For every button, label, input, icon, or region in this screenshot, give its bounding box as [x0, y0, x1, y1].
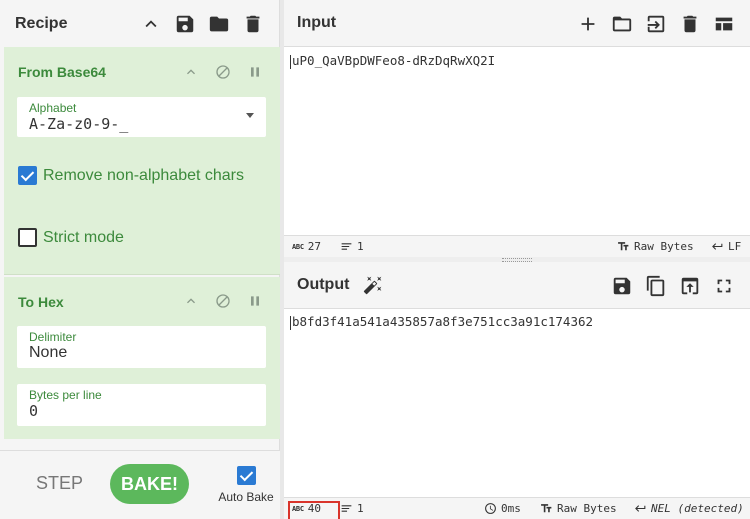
output-status-bar: ABC 40 1 0ms Raw Bytes NEL (detected) [284, 497, 750, 519]
input-header: Input [284, 0, 750, 47]
output-lines-stat: 1 [340, 502, 364, 515]
clock-icon [484, 502, 497, 515]
magic-wand-icon[interactable] [361, 273, 385, 297]
output-length-stat: ABC 40 [288, 501, 340, 519]
folder-icon[interactable] [207, 12, 231, 36]
input-encoding-label: Raw Bytes [634, 240, 694, 253]
recipe-header: Recipe [0, 0, 279, 47]
bake-bar: STEP BAKE! Auto Bake [0, 450, 280, 519]
operation-title: From Base64 [18, 64, 106, 80]
operation-to-hex: To Hex Delimiter None Bytes per line 0 [4, 277, 280, 439]
bytes-per-line-label: Bytes per line [29, 388, 102, 402]
output-encoding[interactable]: Raw Bytes [540, 502, 617, 515]
text-format-icon [540, 502, 553, 515]
layout-icon[interactable] [712, 12, 736, 36]
lines-icon [340, 502, 353, 515]
strict-mode-label: Strict mode [43, 228, 124, 246]
trash-icon[interactable] [678, 12, 702, 36]
strict-mode-option[interactable]: Strict mode [18, 228, 124, 247]
operation-title: To Hex [18, 294, 64, 310]
disable-icon[interactable] [214, 292, 232, 310]
input-title: Input [297, 14, 337, 31]
operation-from-base64: From Base64 Alphabet A-Za-z0-9-_ Remove … [4, 47, 280, 275]
chevron-up-icon[interactable] [182, 292, 200, 310]
lines-icon [340, 240, 353, 253]
abc-icon: ABC [292, 242, 304, 251]
alphabet-value: A-Za-z0-9-_ [29, 115, 129, 133]
remove-non-alphabet-option[interactable]: Remove non-alphabet chars [18, 166, 244, 185]
remove-non-alphabet-label: Remove non-alphabet chars [43, 166, 245, 184]
output-time: 0ms [501, 502, 521, 515]
input-pane: Input uP0_QaVBpDWFeo8-dRzDqRwXQ2I ABC 27… [284, 0, 750, 257]
input-eol-label: LF [728, 240, 742, 253]
highlight-box [288, 501, 340, 519]
open-folder-icon[interactable] [610, 12, 634, 36]
output-title: Output [297, 276, 350, 293]
output-encoding-label: Raw Bytes [557, 502, 617, 515]
replace-input-icon[interactable] [678, 274, 702, 298]
input-length-stat: ABC 27 [292, 240, 321, 253]
input-lines-stat: 1 [340, 240, 364, 253]
disable-icon[interactable] [214, 63, 232, 81]
chevron-up-icon[interactable] [182, 63, 200, 81]
output-pane: Output b8fd3f41a541a435857a8f3e751cc3a91… [284, 262, 750, 519]
output-time-stat: 0ms [484, 502, 521, 515]
trash-icon[interactable] [241, 12, 265, 36]
text-format-icon [617, 240, 630, 253]
auto-bake-label: Auto Bake [218, 490, 274, 504]
auto-bake-toggle[interactable]: Auto Bake [216, 466, 276, 504]
input-length: 27 [307, 240, 321, 253]
step-button[interactable]: STEP [36, 473, 83, 494]
output-text[interactable]: b8fd3f41a541a435857a8f3e751cc3a91c174362 [290, 314, 593, 330]
copy-icon[interactable] [644, 274, 668, 298]
return-icon [711, 240, 724, 253]
delimiter-label: Delimiter [29, 330, 77, 344]
input-encoding[interactable]: Raw Bytes [617, 240, 694, 253]
delimiter-value: None [29, 344, 68, 361]
bytes-per-line-value: 0 [29, 402, 39, 420]
input-lines: 1 [357, 240, 364, 253]
output-eol-label: NEL (detected) [651, 502, 744, 515]
pause-icon[interactable] [246, 63, 264, 81]
output-header: Output [284, 262, 750, 309]
input-eol[interactable]: LF [711, 240, 741, 253]
strict-mode-checkbox[interactable] [18, 228, 37, 247]
output-lines: 1 [357, 502, 364, 515]
fullscreen-icon[interactable] [712, 274, 736, 298]
output-eol[interactable]: NEL (detected) [634, 502, 744, 515]
chevron-up-icon[interactable] [139, 12, 163, 36]
delimiter-select[interactable]: Delimiter None [17, 326, 266, 368]
recipe-title: Recipe [15, 14, 68, 32]
input-status-bar: ABC 27 1 Raw Bytes LF [284, 235, 750, 257]
auto-bake-checkbox[interactable] [236, 466, 256, 485]
alphabet-label: Alphabet [29, 101, 77, 115]
bytes-per-line-input[interactable]: Bytes per line 0 [17, 384, 266, 426]
pause-icon[interactable] [246, 292, 264, 310]
return-icon [634, 502, 647, 515]
save-icon[interactable] [173, 12, 197, 36]
remove-non-alphabet-checkbox[interactable] [18, 166, 37, 185]
alphabet-select[interactable]: Alphabet A-Za-z0-9-_ [17, 97, 266, 137]
input-text[interactable]: uP0_QaVBpDWFeo8-dRzDqRwXQ2I [290, 53, 495, 69]
open-file-icon[interactable] [644, 12, 668, 36]
save-icon[interactable] [610, 274, 634, 298]
add-icon[interactable] [576, 12, 600, 36]
recipe-pane: Recipe From Base64 Alphabet A-Za-z0-9-_ … [0, 0, 280, 519]
bake-button[interactable]: BAKE! [110, 464, 189, 504]
chevron-down-icon [246, 113, 254, 118]
